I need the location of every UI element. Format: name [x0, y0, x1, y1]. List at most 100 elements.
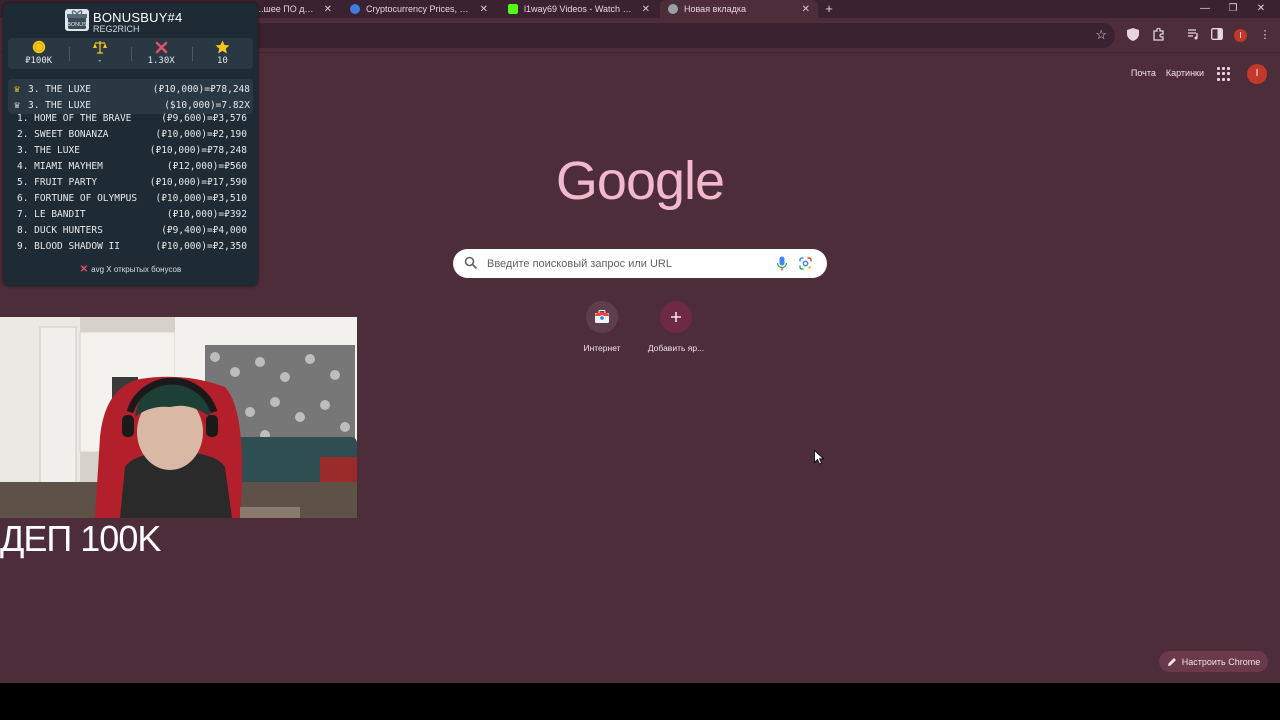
- address-bar[interactable]: ☆: [240, 23, 1115, 48]
- slot-result: (₽10,000)=₽2,350: [155, 241, 247, 252]
- plus-icon: [660, 301, 692, 333]
- tab-label: ...шее ПО для улу: [256, 4, 318, 14]
- best-name: 3. THE LUXE: [28, 99, 91, 111]
- cross-icon: ✕: [79, 264, 89, 275]
- best-value: ($10,000)=7.82X: [164, 99, 250, 111]
- customize-label: Настроить Chrome: [1181, 656, 1261, 667]
- stat-balance-diff: -: [69, 38, 130, 69]
- bonus-list: 1. HOME OF THE BRAVE (₽9,600)=₽3,576 2. S…: [3, 111, 258, 253]
- profile-avatar[interactable]: I: [1247, 64, 1267, 84]
- stats-bar: ₽100K - 1.30X 10: [8, 38, 253, 69]
- slot-result: (₽12,000)=₽560: [166, 161, 247, 172]
- web-store-icon: [586, 301, 618, 333]
- tab-new-tab[interactable]: Новая вкладка ✕: [660, 0, 818, 18]
- best-name: 3. THE LUXE: [28, 83, 91, 95]
- tab-2[interactable]: Cryptocurrency Prices, Charts A ✕: [342, 0, 496, 18]
- panel-footer: ✕ avg X открытых бонусов: [3, 264, 258, 275]
- stat-bonus-count: 10: [191, 38, 253, 69]
- list-item: 5. FRUIT PARTY (₽10,000)=₽17,590: [17, 177, 247, 191]
- extensions-icon[interactable]: [1151, 27, 1165, 42]
- close-icon[interactable]: ✕: [324, 4, 332, 15]
- gmail-link[interactable]: Почта: [1131, 68, 1156, 78]
- slot-name: 2. SWEET BONANZA: [17, 129, 109, 140]
- coinmarketcap-icon: [350, 4, 360, 14]
- best-results: ♛ 3. THE LUXE (₽10,000)=₽78,248 ♛ 3. THE…: [8, 79, 253, 114]
- tab-3[interactable]: l1way69 Videos - Watch On-De ✕: [500, 0, 658, 18]
- list-item: 1. HOME OF THE BRAVE (₽9,600)=₽3,576: [17, 113, 247, 127]
- slot-result: (₽9,400)=₽4,000: [161, 225, 247, 236]
- scales-icon: [69, 39, 130, 55]
- shortcut-internet[interactable]: Интернет: [567, 301, 637, 353]
- deposit-caption: ДЕП 100K: [0, 518, 161, 559]
- tab-1[interactable]: ...шее ПО для улу ✕: [248, 0, 340, 18]
- slot-name: 3. THE LUXE: [17, 145, 80, 156]
- tab-label: Cryptocurrency Prices, Charts A: [366, 4, 474, 14]
- slot-result: (₽10,000)=₽3,510: [155, 193, 247, 204]
- crown-icon: ♛: [14, 83, 21, 95]
- bonus-logo: BONUS: [65, 9, 89, 31]
- search-box[interactable]: [453, 249, 827, 278]
- stat-required-x: 1.30X: [130, 38, 192, 69]
- best-win-row: ♛ 3. THE LUXE (₽10,000)=₽78,248: [14, 82, 250, 96]
- stat-value: -: [97, 56, 103, 66]
- slot-result: (₽9,600)=₽3,576: [161, 113, 247, 124]
- crown-outline-icon: ♛: [14, 99, 21, 111]
- pencil-icon: [1167, 657, 1176, 666]
- close-window-button[interactable]: ✕: [1248, 0, 1274, 18]
- panel-title: BONUSBUY#4: [93, 10, 183, 25]
- list-item: 7. LE BANDIT (₽10,000)=₽392: [17, 209, 247, 223]
- menu-kebab-icon[interactable]: ⋮: [1258, 28, 1272, 42]
- best-value: (₽10,000)=₽78,248: [152, 83, 250, 95]
- slot-result: (₽10,000)=₽78,248: [149, 145, 247, 156]
- slot-name: 4. MIAMI MAYHEM: [17, 161, 103, 172]
- cross-icon: [131, 39, 192, 55]
- footer-text: avg X открытых бонусов: [91, 265, 182, 274]
- shortcut-label: Добавить яр...: [647, 343, 705, 353]
- list-item: 3. THE LUXE (₽10,000)=₽78,248: [17, 145, 247, 159]
- ntp-top-links: Почта Картинки: [1131, 68, 1204, 78]
- side-panel-icon[interactable]: [1210, 28, 1224, 42]
- slot-name: 8. DUCK HUNTERS: [17, 225, 103, 236]
- profile-avatar-small[interactable]: I: [1234, 29, 1247, 42]
- google-apps-icon[interactable]: [1217, 67, 1231, 81]
- new-tab-button[interactable]: +: [822, 0, 836, 18]
- chrome-icon: [668, 4, 678, 14]
- slot-name: 6. FORTUNE OF OLYMPUS: [17, 193, 138, 204]
- minimize-button[interactable]: —: [1192, 0, 1218, 18]
- images-link[interactable]: Картинки: [1166, 68, 1204, 78]
- slot-name: 5. FRUIT PARTY: [17, 177, 98, 188]
- microphone-icon[interactable]: [776, 256, 788, 271]
- mouse-cursor-icon: [814, 450, 824, 465]
- shortcut-add[interactable]: Добавить яр...: [641, 301, 711, 353]
- close-icon[interactable]: ✕: [642, 4, 650, 15]
- best-x-row: ♛ 3. THE LUXE ($10,000)=7.82X: [14, 98, 250, 112]
- slot-name: 7. LE BANDIT: [17, 209, 86, 220]
- stat-value: 10: [216, 56, 228, 66]
- slot-name: 1. HOME OF THE BRAVE: [17, 113, 132, 124]
- list-item: 4. MIAMI MAYHEM (₽12,000)=₽560: [17, 161, 247, 175]
- list-item: 9. BLOOD SHADOW II (₽10,000)=₽2,350: [17, 241, 247, 253]
- webcam-feed: [0, 317, 357, 518]
- search-icon: [464, 256, 478, 270]
- customize-chrome-button[interactable]: Настроить Chrome: [1159, 651, 1268, 672]
- list-item: 2. SWEET BONANZA (₽10,000)=₽2,190: [17, 129, 247, 143]
- list-item: 6. FORTUNE OF OLYMPUS (₽10,000)=₽3,510: [17, 193, 247, 207]
- close-icon[interactable]: ✕: [480, 4, 488, 15]
- star-icon: [192, 39, 253, 55]
- panel-subtitle: REG2RICH: [93, 24, 140, 34]
- close-icon[interactable]: ✕: [802, 4, 810, 15]
- slot-result: (₽10,000)=₽17,590: [149, 177, 247, 188]
- coin-icon: [8, 39, 69, 55]
- stat-value: ₽100K: [25, 56, 53, 66]
- tab-label: l1way69 Videos - Watch On-De: [524, 4, 636, 14]
- search-input[interactable]: [487, 249, 767, 278]
- slot-result: (₽10,000)=₽392: [166, 209, 247, 220]
- shield-icon[interactable]: [1126, 28, 1140, 42]
- restore-button[interactable]: ❐: [1220, 0, 1246, 18]
- bonus-buy-panel: BONUS BONUSBUY#4 REG2RICH ₽100K - 1.30X: [3, 3, 258, 286]
- bookmark-star-icon[interactable]: ☆: [1095, 27, 1107, 43]
- stat-value: 1.30X: [147, 56, 175, 66]
- media-controls-icon[interactable]: [1186, 28, 1200, 42]
- google-logo: Google: [555, 151, 725, 211]
- google-lens-icon[interactable]: [799, 257, 812, 270]
